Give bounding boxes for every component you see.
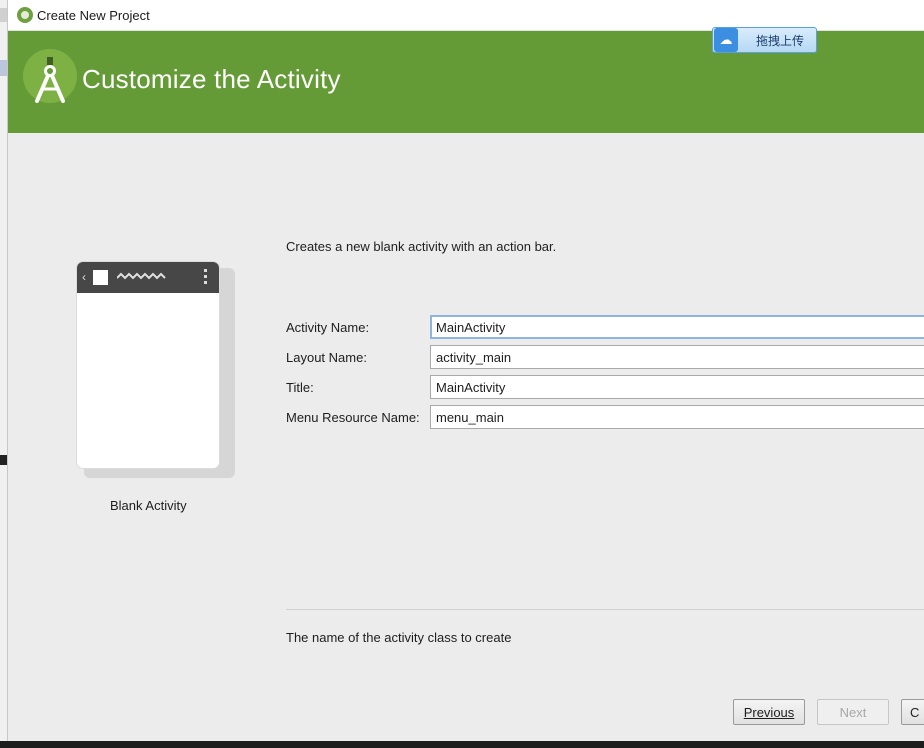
taskbar — [0, 741, 924, 748]
activity-name-row: Activity Name: — [286, 315, 924, 339]
template-description: Creates a new blank activity with an act… — [286, 239, 557, 254]
field-help-text: The name of the activity class to create — [286, 630, 512, 645]
drag-upload-label: 拖拽上传 — [756, 33, 805, 48]
template-caption: Blank Activity — [110, 498, 187, 513]
preview-action-bar: ‹ — [77, 262, 219, 293]
background-strip-mark — [0, 60, 7, 76]
next-button[interactable]: Next — [817, 699, 889, 725]
background-window-strip — [0, 0, 8, 748]
blank-activity-preview: ‹ — [76, 261, 220, 469]
previous-button-label: Previous — [743, 704, 795, 720]
title-squiggle-icon — [117, 272, 166, 280]
previous-button[interactable]: Previous — [733, 699, 805, 725]
header-banner: Customize the Activity ☁ 拖拽上传 — [8, 27, 924, 133]
activity-name-label: Activity Name: — [286, 320, 370, 335]
cloud-upload-icon: ☁ — [714, 28, 738, 52]
back-arrow-icon: ‹ — [82, 270, 86, 284]
title-input[interactable] — [430, 375, 924, 399]
divider — [286, 609, 924, 610]
app-icon-placeholder — [93, 270, 108, 285]
menu-resource-name-row: Menu Resource Name: — [286, 405, 924, 429]
title-label: Title: — [286, 380, 314, 395]
page-title: Customize the Activity — [82, 64, 341, 94]
background-strip-mark — [0, 8, 7, 22]
android-studio-icon — [17, 7, 33, 23]
window-title: Create New Project — [37, 8, 150, 23]
cancel-button[interactable]: C — [901, 699, 924, 725]
android-studio-logo-icon — [23, 49, 77, 103]
layout-name-input[interactable] — [430, 345, 924, 369]
layout-name-label: Layout Name: — [286, 350, 367, 365]
drag-upload-button[interactable]: ☁ 拖拽上传 — [712, 27, 817, 53]
create-new-project-window: Create New Project Customize the Activit… — [0, 0, 924, 748]
title-row: Title: — [286, 375, 924, 399]
background-strip-mark — [0, 455, 7, 465]
content-area: ‹ Blank Activity Creates a new blank act… — [8, 133, 924, 741]
menu-resource-name-label: Menu Resource Name: — [286, 410, 420, 425]
menu-resource-name-input[interactable] — [430, 405, 924, 429]
activity-name-input[interactable] — [430, 315, 924, 339]
overflow-menu-icon — [204, 269, 207, 287]
layout-name-row: Layout Name: — [286, 345, 924, 369]
